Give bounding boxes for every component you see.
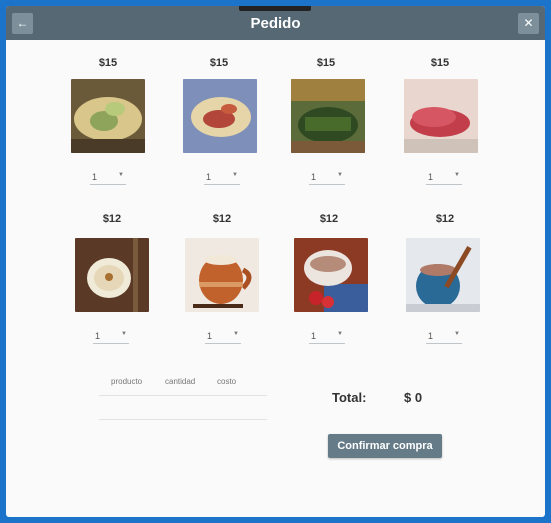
product-price: $12 [102, 213, 122, 225]
order-window: ← Pedido ✕ $15 1 ▼ $15 1 ▼ $15 1 ▼ $15 1 ▼ $… [6, 6, 545, 517]
quantity-select[interactable]: 1 ▼ [204, 171, 240, 185]
dropdown-caret-icon: ▼ [337, 172, 343, 178]
dropdown-caret-icon: ▼ [118, 172, 124, 178]
confirm-purchase-button[interactable]: Confirmar compra [328, 434, 442, 458]
total-label: Total: [332, 390, 367, 405]
dropdown-caret-icon: ▼ [232, 172, 238, 178]
title-bar: ← Pedido ✕ [6, 6, 545, 40]
table-header-cantidad: cantidad [165, 377, 196, 386]
close-icon: ✕ [523, 16, 534, 30]
quantity-select[interactable]: 1 ▼ [309, 330, 345, 344]
product-price: $12 [319, 213, 339, 225]
product-image-tamal-rosa[interactable] [404, 79, 478, 153]
table-divider [99, 395, 267, 396]
product-price: $15 [209, 57, 229, 69]
product-price: $12 [212, 213, 232, 225]
product-image-atole-jarrito[interactable] [185, 238, 259, 312]
quantity-select[interactable]: 1 ▼ [309, 171, 345, 185]
product-image-tamal-oaxaqueno[interactable] [291, 79, 365, 153]
product-image-tamal-verde[interactable] [71, 79, 145, 153]
dropdown-caret-icon: ▼ [233, 331, 239, 337]
product-image-atole-blanco[interactable] [75, 238, 149, 312]
table-divider [99, 419, 267, 420]
dropdown-caret-icon: ▼ [454, 172, 460, 178]
quantity-select[interactable]: 1 ▼ [426, 171, 462, 185]
product-price: $15 [316, 57, 336, 69]
close-button[interactable]: ✕ [518, 13, 539, 34]
dropdown-caret-icon: ▼ [454, 331, 460, 337]
product-image-chocolate-taza[interactable] [294, 238, 368, 312]
dropdown-caret-icon: ▼ [121, 331, 127, 337]
quantity-select[interactable]: 1 ▼ [205, 330, 241, 344]
window-title: Pedido [250, 15, 301, 32]
dropdown-caret-icon: ▼ [337, 331, 343, 337]
product-price: $15 [98, 57, 118, 69]
total-value: $ 0 [404, 390, 423, 405]
table-header-costo: costo [217, 377, 237, 386]
table-header-producto: producto [111, 377, 143, 386]
quantity-select[interactable]: 1 ▼ [90, 171, 126, 185]
product-image-champurrado[interactable] [406, 238, 480, 312]
product-price: $15 [430, 57, 450, 69]
quantity-select[interactable]: 1 ▼ [426, 330, 462, 344]
window-notch [239, 6, 311, 11]
product-price: $12 [435, 213, 455, 225]
quantity-select[interactable]: 1 ▼ [93, 330, 129, 344]
product-image-tamal-rajas[interactable] [183, 79, 257, 153]
